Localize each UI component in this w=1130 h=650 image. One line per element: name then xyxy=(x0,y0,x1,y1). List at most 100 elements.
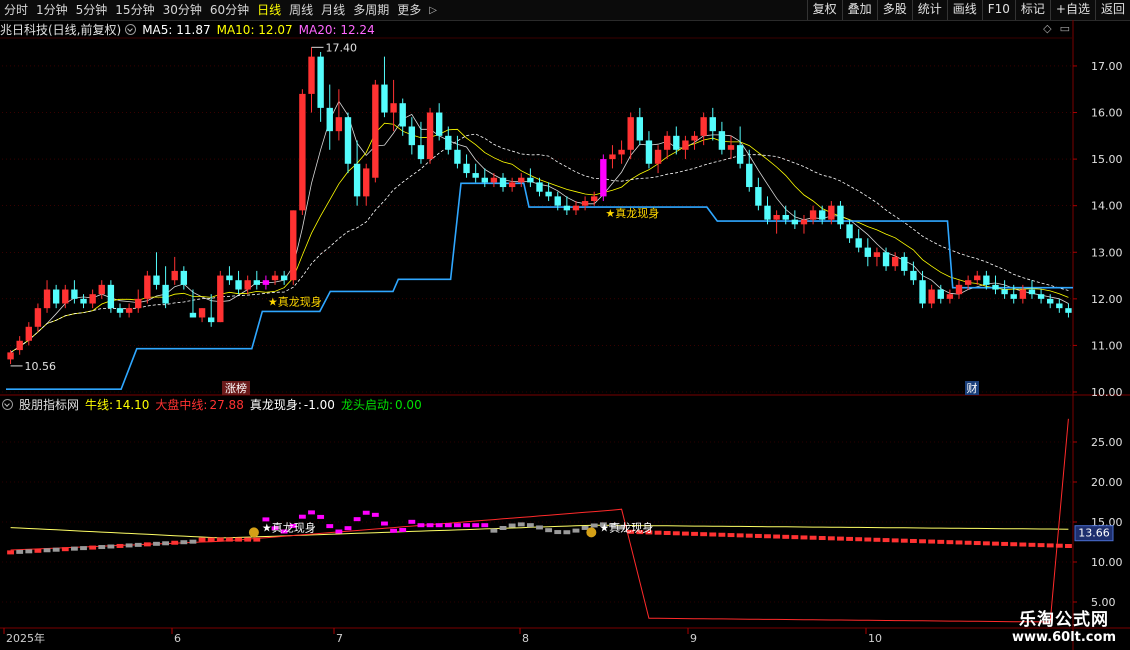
toolbar-button-7[interactable]: +自选 xyxy=(1049,0,1095,20)
candle-body xyxy=(964,280,972,285)
candle-body xyxy=(7,352,14,360)
toolbar-button-2[interactable]: 多股 xyxy=(876,0,912,20)
tab-period-6[interactable]: 日线 xyxy=(253,0,285,20)
indicator-bar xyxy=(326,524,334,529)
candle-body xyxy=(901,256,908,271)
candle-body xyxy=(581,201,589,206)
candle-body xyxy=(663,135,671,150)
main-y-label: 11.00 xyxy=(1091,339,1123,352)
candle-body xyxy=(153,275,160,285)
candle-body xyxy=(1047,298,1054,304)
indicator-bar xyxy=(289,523,297,528)
toolbar-button-1[interactable]: 叠加 xyxy=(841,0,877,20)
badge-zt: 涨榜 xyxy=(225,381,247,395)
diamond-icon[interactable]: ◇ xyxy=(1043,22,1051,35)
ma10-line xyxy=(10,122,1069,353)
candle-body xyxy=(390,103,397,113)
tab-period-3[interactable]: 15分钟 xyxy=(111,0,158,20)
candle-body xyxy=(52,289,60,304)
candle-body xyxy=(344,117,352,164)
indicator-bar xyxy=(1010,542,1018,547)
ma10-label: MA10: 12.07 xyxy=(216,22,293,37)
current-value-box xyxy=(1074,525,1114,542)
current-value: 13.66 xyxy=(1078,527,1110,540)
indicator-bar xyxy=(709,532,717,537)
toolbar-button-3[interactable]: 统计 xyxy=(911,0,947,20)
candle-body xyxy=(864,247,871,257)
toolbar-button-0[interactable]: 复权 xyxy=(806,0,842,20)
ind-y-label: 15.00 xyxy=(1091,516,1123,529)
tab-period-9[interactable]: 多周期 xyxy=(349,0,393,20)
indicator-bar xyxy=(873,537,881,542)
dapan-line xyxy=(10,418,1069,623)
indicator-bar xyxy=(745,533,753,538)
candle-body xyxy=(891,256,899,267)
indicator-bar xyxy=(125,543,133,548)
candle-body xyxy=(271,275,279,281)
indicator-bar xyxy=(946,540,954,545)
main-y-label: 15.00 xyxy=(1091,153,1123,166)
kline-chart[interactable]: 17.00 16.00 15.00 14.00 13.00 12.00 11.00 10.00… xyxy=(0,0,1130,650)
candle-body xyxy=(280,275,288,281)
window-icon[interactable]: ▭ xyxy=(1060,22,1070,35)
ma20-label: MA20: 12.24 xyxy=(298,22,375,37)
toolbar-button-8[interactable]: 返回 xyxy=(1094,0,1130,20)
longtou-value: 0.00 xyxy=(394,397,422,412)
more-arrow-icon[interactable]: ▷ xyxy=(425,5,441,16)
candle-body xyxy=(809,210,817,220)
tab-period-0[interactable]: 分时 xyxy=(0,0,32,20)
indicator-bar xyxy=(271,526,279,531)
indicator-bar xyxy=(572,528,580,533)
toolbar-buttons: 复权 叠加 多股 统计 画线 F10 标记 +自选 返回 xyxy=(806,0,1130,20)
indicator-bar xyxy=(207,537,215,542)
indicator-bar xyxy=(955,540,963,545)
candle-body xyxy=(508,182,516,188)
indicator-bar xyxy=(1046,543,1054,548)
candle-body xyxy=(636,117,644,141)
tab-period-7[interactable]: 周线 xyxy=(285,0,317,20)
candle-body xyxy=(736,145,744,164)
candle-body xyxy=(1056,303,1063,309)
candle-body xyxy=(846,224,853,239)
tab-period-2[interactable]: 5分钟 xyxy=(72,0,112,20)
indicator-bar xyxy=(964,540,972,545)
toolbar-button-4[interactable]: 画线 xyxy=(946,0,982,20)
tab-period-4[interactable]: 30分钟 xyxy=(159,0,206,20)
main-y-label: 12.00 xyxy=(1091,293,1123,306)
indicator-bar xyxy=(563,530,571,535)
indicator-bar xyxy=(618,525,625,530)
indicator-bar xyxy=(7,550,14,555)
candle-body xyxy=(673,135,680,150)
main-y-label: 10.00 xyxy=(1091,386,1123,399)
candle-body xyxy=(125,308,133,313)
toolbar-button-5[interactable]: F10 xyxy=(981,0,1015,20)
candle-body xyxy=(1037,294,1045,299)
candle-body xyxy=(372,84,379,178)
indicator-options-icon[interactable] xyxy=(2,399,13,410)
candle-body xyxy=(43,289,51,309)
x-label: 2025年 xyxy=(6,631,45,645)
indicator-bar xyxy=(143,542,151,547)
tab-period-10[interactable]: 更多 xyxy=(393,0,425,20)
chart-options-icon[interactable] xyxy=(125,24,137,35)
indicator-bar xyxy=(818,536,826,541)
candle-body xyxy=(299,93,306,211)
candle-body xyxy=(1001,289,1008,295)
candle-body xyxy=(408,126,416,146)
candle-body xyxy=(782,215,789,220)
candle-body xyxy=(791,219,799,225)
tab-period-5[interactable]: 60分钟 xyxy=(206,0,253,20)
indicator-bar xyxy=(809,535,817,540)
candle-body xyxy=(709,117,716,132)
candle-body xyxy=(618,149,625,155)
indicator-bar xyxy=(308,510,315,515)
candle-body xyxy=(481,177,488,183)
candle-body xyxy=(426,112,434,160)
indicator-bar xyxy=(672,531,680,536)
candle-body xyxy=(518,177,525,183)
indicator-bar xyxy=(362,510,370,515)
indicator-bar xyxy=(253,537,261,542)
toolbar-button-6[interactable]: 标记 xyxy=(1014,0,1050,20)
tab-period-8[interactable]: 月线 xyxy=(317,0,349,20)
tab-period-1[interactable]: 1分钟 xyxy=(32,0,72,20)
